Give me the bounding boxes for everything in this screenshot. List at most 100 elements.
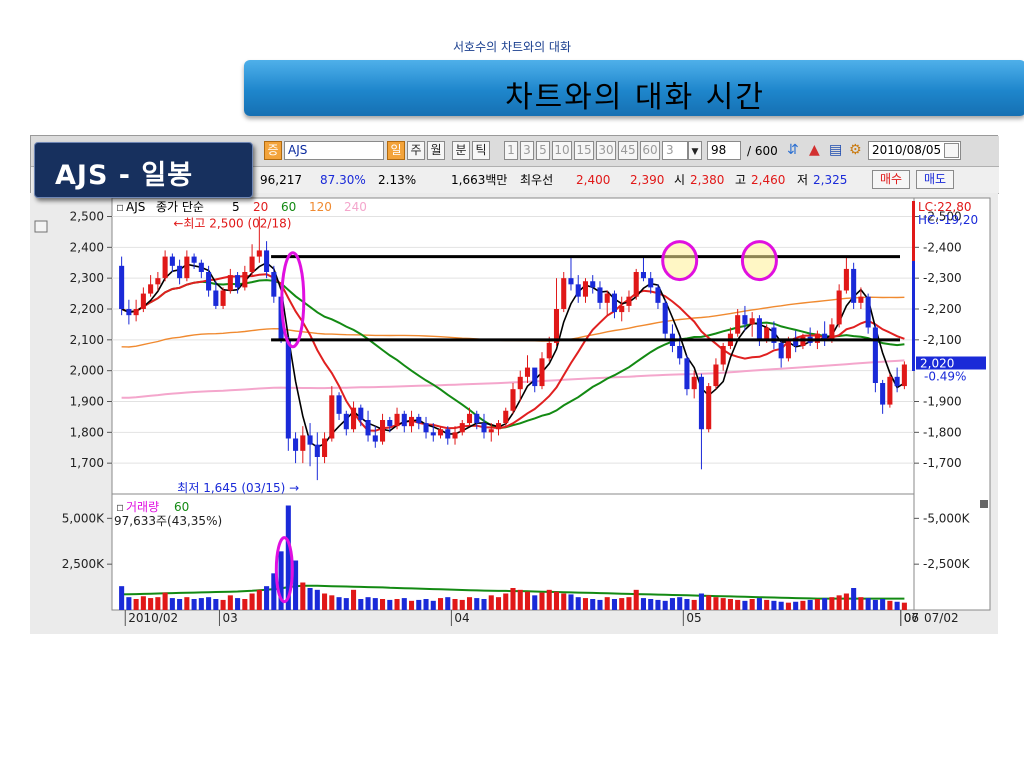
candle-body: [322, 438, 328, 457]
candle-body: [314, 444, 320, 457]
volume-bar: [148, 598, 154, 610]
candle-body: [271, 272, 277, 297]
candle-body: [836, 290, 842, 325]
stock-code-input[interactable]: AJS: [284, 141, 384, 160]
candle-body: [764, 327, 770, 340]
volume-bar: [677, 597, 683, 610]
candle-body: [677, 346, 683, 359]
volume-bar: [351, 589, 357, 610]
candle-body: [329, 395, 335, 439]
lc-readout: LC:22,80: [918, 200, 971, 214]
candle-body: [169, 256, 175, 266]
volume-bar: [517, 589, 523, 610]
volume-bar: [655, 599, 661, 610]
candle-body: [401, 413, 407, 427]
candle-body: [155, 278, 161, 285]
candle-body: [561, 278, 567, 309]
volume-bar: [227, 595, 233, 610]
candle-body: [546, 342, 552, 359]
period-button-week[interactable]: 주: [407, 141, 425, 160]
settings-gear-icon[interactable]: ⚙: [849, 141, 862, 159]
interval-button[interactable]: 45: [618, 141, 638, 160]
volume-bar: [807, 599, 813, 610]
high-value: 2,460: [751, 173, 786, 187]
volume-bar: [778, 601, 784, 610]
candle-body: [597, 287, 603, 303]
right-tick-label: -1,700: [923, 456, 962, 470]
candle-body: [423, 423, 429, 433]
page-subtitle: 서호수의 차트와의 대화: [452, 40, 572, 54]
volume-bar: [546, 589, 552, 610]
candle-body: [901, 364, 907, 387]
volume-bar: [459, 599, 465, 610]
ticker-badge: AJS - 일봉: [34, 142, 253, 198]
volume-bar: [198, 598, 204, 610]
volume-bar: [394, 599, 400, 610]
candle-body: [380, 420, 386, 442]
save-icon[interactable]: ▤: [829, 141, 842, 159]
candle-body: [619, 305, 625, 313]
buy-button[interactable]: 매수: [872, 170, 910, 189]
table-toggle-icon[interactable]: [34, 220, 48, 233]
volume-bar: [858, 597, 864, 610]
interval-button[interactable]: 30: [596, 141, 616, 160]
volume-bar: [662, 600, 668, 610]
chart-type-icon[interactable]: ▲: [809, 141, 820, 159]
candle-body: [749, 318, 755, 325]
volume-bar: [177, 599, 183, 610]
interval-button[interactable]: 1: [504, 141, 518, 160]
volume-bar: [684, 599, 690, 610]
volume-bar: [169, 598, 175, 610]
volume-bar: [235, 598, 241, 610]
candle-body: [256, 250, 262, 257]
interval-button[interactable]: 5: [536, 141, 550, 160]
volume-bar: [872, 599, 878, 610]
candle-body: [227, 275, 233, 291]
volume-bar: [727, 599, 733, 610]
tick-button[interactable]: 틱: [472, 141, 490, 160]
interval-button[interactable]: 10: [552, 141, 572, 160]
right-tick-label: -1,800: [923, 425, 962, 439]
volume-bar: [575, 597, 581, 610]
volume-bar: [785, 602, 791, 610]
volume-bar: [416, 599, 422, 610]
interval-input[interactable]: 3: [662, 141, 688, 160]
legend-ticker: AJS: [126, 200, 145, 214]
volume-bar: [742, 600, 748, 610]
candle-body: [539, 358, 545, 387]
interval-button[interactable]: 15: [574, 141, 594, 160]
volume-bar: [894, 601, 900, 610]
candle-body: [858, 296, 864, 303]
stock-code-tag[interactable]: 증: [264, 141, 282, 160]
volume-bar: [793, 601, 799, 610]
candle-body: [394, 413, 400, 427]
volume-bar: [140, 596, 146, 610]
x-tick-label: 05: [686, 611, 701, 625]
candle-body: [293, 438, 299, 451]
interval-button[interactable]: 60: [640, 141, 660, 160]
y-tick-label: 1,700: [70, 456, 104, 470]
calendar-icon[interactable]: [944, 143, 959, 158]
range-bar-down: [912, 261, 915, 371]
candle-body: [843, 268, 849, 291]
count-input[interactable]: 98: [707, 141, 741, 160]
arrows-icon[interactable]: ⇵: [787, 141, 799, 159]
period-button-month[interactable]: 월: [427, 141, 445, 160]
volume-bar: [669, 598, 675, 610]
interval-dropdown[interactable]: ▼: [688, 141, 702, 160]
volume-bar: [887, 600, 893, 610]
candle-body: [865, 296, 871, 328]
period-button-day[interactable]: 일: [387, 141, 405, 160]
open-label: 시: [674, 173, 686, 187]
volume-bar: [829, 597, 835, 610]
current-price-label: 2,020: [920, 357, 954, 371]
candle-body: [162, 256, 168, 279]
volume-bar: [256, 589, 262, 610]
interval-button[interactable]: 3: [520, 141, 534, 160]
candle-body: [372, 435, 378, 442]
best-ask: 2,400: [576, 173, 611, 187]
sell-button[interactable]: 매도: [916, 170, 954, 189]
minute-button[interactable]: 분: [452, 141, 470, 160]
candle-body: [220, 290, 226, 306]
volume-bar: [119, 586, 125, 610]
